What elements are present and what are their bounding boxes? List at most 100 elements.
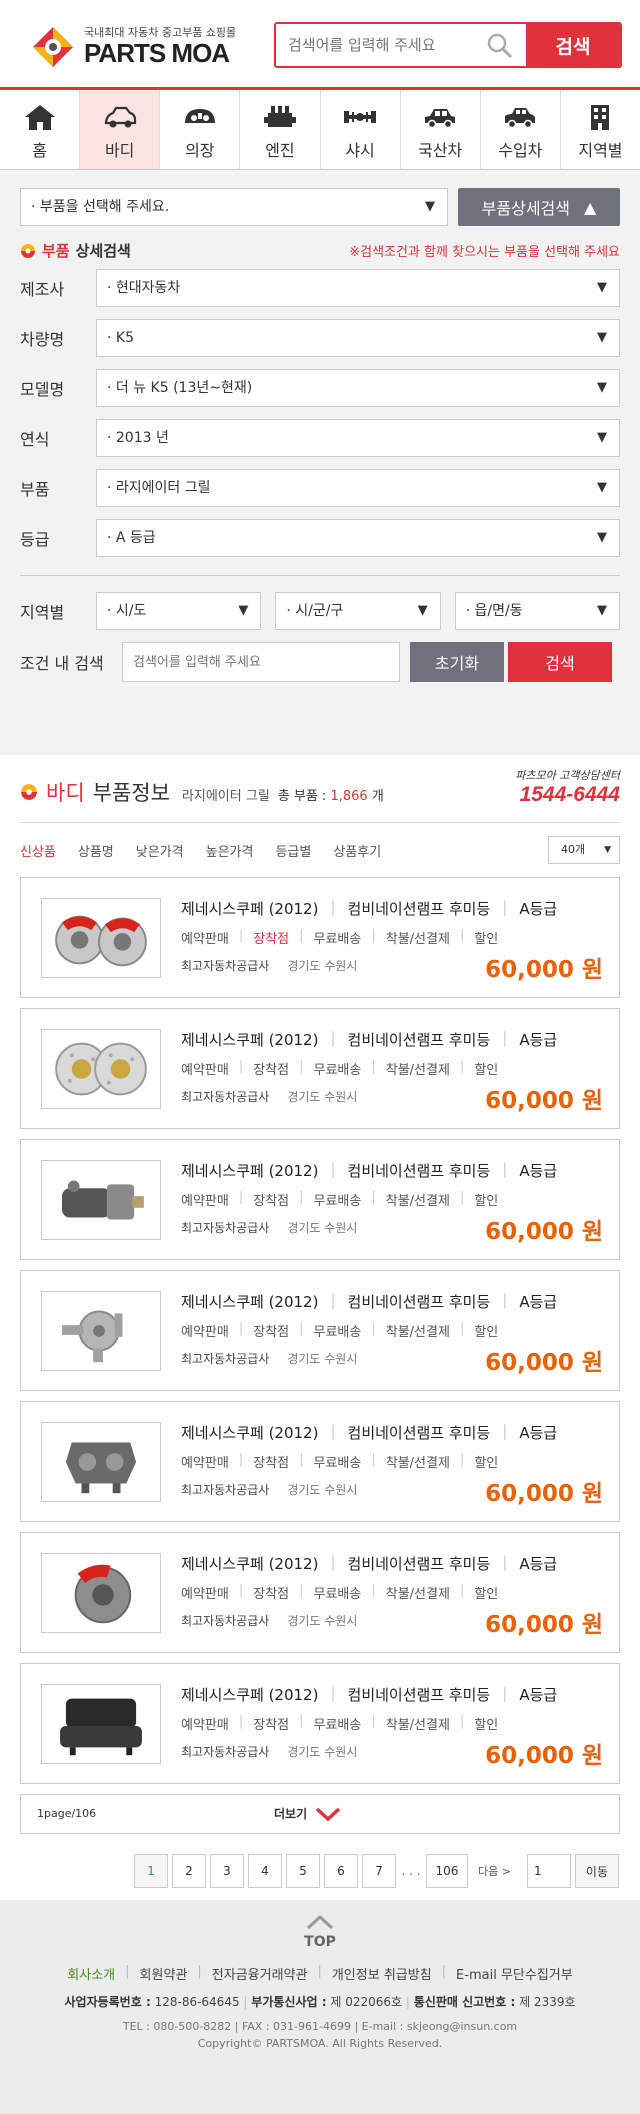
tab-reviews[interactable]: 상품후기 [333,841,381,860]
copyright: Copyright© PARTSMOA. All Rights Reserved… [197,2037,443,2050]
page-button[interactable]: 5 [286,1854,320,1888]
product-part: 컴비네이션램프 후미등 [347,1162,491,1180]
footer-link-efinance[interactable]: 전자금융거래약관 [212,1964,308,1983]
search-icon[interactable] [486,32,514,60]
nav-body[interactable]: 바디 [80,90,161,169]
page-button[interactable]: 7 [362,1854,396,1888]
city-select[interactable]: · 시/군/구 ▼ [275,592,441,630]
filter-search-button[interactable]: 검색 [508,642,612,682]
search-input[interactable] [276,24,516,66]
product-model: 제네시스쿠페 (2012) [181,1293,319,1311]
footer-link-terms[interactable]: 회원약관 [140,1964,188,1983]
nav-engine[interactable]: 엔진 [240,90,321,169]
product-card[interactable]: 제네시스쿠페 (2012) | 컴비네이션램프 후미등 | A등급 예약판매 | 장착점 | 무… [20,1663,620,1784]
product-card[interactable]: 제네시스쿠페 (2012) | 컴비네이션램프 후미등 | A등급 예약판매 | 장착점 | 무… [20,1401,620,1522]
tab-grade[interactable]: 등급별 [275,841,311,860]
page-button[interactable]: 6 [324,1854,358,1888]
product-card[interactable]: 제네시스쿠페 (2012) | 컴비네이션램프 후미등 | A등급 예약판매 | 장착점 | 무… [20,1139,620,1260]
product-card[interactable]: 제네시스쿠페 (2012) | 컴비네이션램프 후미등 | A등급 예약판매 | 장착점 | 무… [20,1008,620,1129]
vehicle-select[interactable]: · K5 ▼ [96,319,620,357]
sort-tabs: 신상품 상품명 낮은가격 높은가격 등급별 상품후기 40개 ▼ [20,823,620,877]
page-go-button[interactable]: 이동 [574,1854,619,1888]
detail-note: ※검색조건과 함께 찾으시는 부품을 선택해 주세요 [349,245,620,260]
page-number-input[interactable]: 1 [526,1854,571,1888]
biz-value: 128-86-64645 [154,1995,240,2009]
footer-link-email[interactable]: E-mail 무단수집거부 [456,1964,573,1983]
car-seat-image [60,1698,142,1756]
site-logo[interactable]: 국내최대 자동차 중고부품 쇼핑몰 PARTS MOA [30,22,240,70]
footer-link-privacy[interactable]: 개인정보 취급방침 [332,1964,432,1983]
per-page-select[interactable]: 40개 ▼ [548,836,620,864]
logo-bullet-icon [21,243,35,258]
product-model: 제네시스쿠페 (2012) [181,1162,319,1180]
product-thumbnail[interactable] [41,1553,161,1633]
region-label: 지역별 [20,603,65,622]
year-select[interactable]: · 2013 년 ▼ [96,419,620,457]
page-button[interactable]: 3 [210,1854,244,1888]
tag: 무료배송 [313,1063,362,1078]
model-select[interactable]: · 더 뉴 K5 (13년~현재) ▼ [96,369,620,407]
part-type-select[interactable]: · 라지에이터 그릴 ▼ [96,469,620,507]
search-button[interactable]: 검색 [526,24,620,66]
tab-low-price[interactable]: 낮은가격 [136,841,184,860]
product-card[interactable]: 제네시스쿠페 (2012) | 컴비네이션램프 후미등 | A등급 예약판매 | 장착점 | 무… [20,1532,620,1653]
product-grade: A등급 [519,1293,558,1311]
load-more-button[interactable]: 더보기 [274,1805,341,1822]
next-page-link[interactable]: 다음 > [478,1863,511,1879]
select-value: · 시/도 [107,603,147,619]
tag: 장착점 [253,1718,290,1733]
grade-select[interactable]: · A 등급 ▼ [96,519,620,557]
nav-region[interactable]: 지역별 [560,90,640,169]
product-thumbnail[interactable] [41,1160,161,1240]
brake-discs-image [55,1042,147,1096]
town-select[interactable]: · 읍/면/동 ▼ [454,592,620,630]
page-button-last[interactable]: 106 [426,1854,468,1888]
product-tags: 예약판매 | 장착점 | 무료배송 | 착불/선결제 | 할인 [181,1714,499,1733]
filter-label: 모델명 [20,380,65,399]
nav-domestic[interactable]: 국산차 [400,90,481,169]
tag: 무료배송 [313,1194,362,1209]
detail-search-toggle[interactable]: 부품상세검색 ▲ [458,188,620,226]
nav-interior[interactable]: 의장 [160,90,241,169]
part-select[interactable]: · 부품을 선택해 주세요. ▼ [20,188,448,226]
cs-phone[interactable]: 1544-6444 [515,783,620,807]
back-to-top[interactable]: TOP [0,1900,640,1950]
seller-name: 최고자동차공급사 [181,959,270,973]
product-thumbnail[interactable] [41,898,161,978]
tab-name[interactable]: 상품명 [78,841,114,860]
product-thumbnail[interactable] [41,1291,161,1371]
page-button[interactable]: 2 [172,1854,206,1888]
product-model: 제네시스쿠페 (2012) [181,900,319,918]
page-button[interactable]: 4 [248,1854,282,1888]
product-thumbnail[interactable] [41,1422,161,1502]
manufacturer-select[interactable]: · 현대자동차 ▼ [96,269,620,307]
seller-location: 경기도 수원시 [287,1090,358,1104]
footer-link-about[interactable]: 회사소개 [67,1964,115,1983]
product-thumbnail[interactable] [41,1029,161,1109]
nav-chassis[interactable]: 샤시 [320,90,401,169]
page-button-current[interactable]: 1 [134,1854,168,1888]
product-thumbnail[interactable] [41,1684,161,1764]
product-card[interactable]: 제네시스쿠페 (2012) | 컴비네이션램프 후미등 | A등급 예약판매 | 장착점 | 무… [20,1270,620,1391]
product-seller: 최고자동차공급사 경기도 수원시 [181,1481,357,1498]
triangle-up-icon: ▲ [584,197,597,217]
tag: 할인 [474,932,499,947]
nav-label: 바디 [104,141,135,160]
filter-label: 연식 [20,430,50,449]
tab-new[interactable]: 신상품 [20,841,56,860]
tab-high-price[interactable]: 높은가격 [206,841,254,860]
cond-search-input[interactable] [122,642,400,682]
load-more-bar: 1page/106 더보기 [20,1794,620,1834]
province-select[interactable]: · 시/도 ▼ [96,592,262,630]
product-tags: 예약판매 | 장착점 | 무료배송 | 착불/선결제 | 할인 [181,1321,499,1340]
nav-import[interactable]: 수입차 [480,90,561,169]
filter-label: 부품 [20,480,50,499]
nav-home[interactable]: 홈 [0,90,81,169]
engine-icon [263,106,296,127]
product-part: 컴비네이션램프 후미등 [347,1686,491,1704]
select-value: · A 등급 [107,530,156,546]
product-title: 제네시스쿠페 (2012) | 컴비네이션램프 후미등 | A등급 [181,1684,558,1704]
product-card[interactable]: 제네시스쿠페 (2012) | 컴비네이션램프 후미등 | A등급 예약판매 | 장착점 | 무… [20,877,620,998]
nav-label: 샤시 [345,141,375,160]
reset-button[interactable]: 초기화 [410,642,504,682]
